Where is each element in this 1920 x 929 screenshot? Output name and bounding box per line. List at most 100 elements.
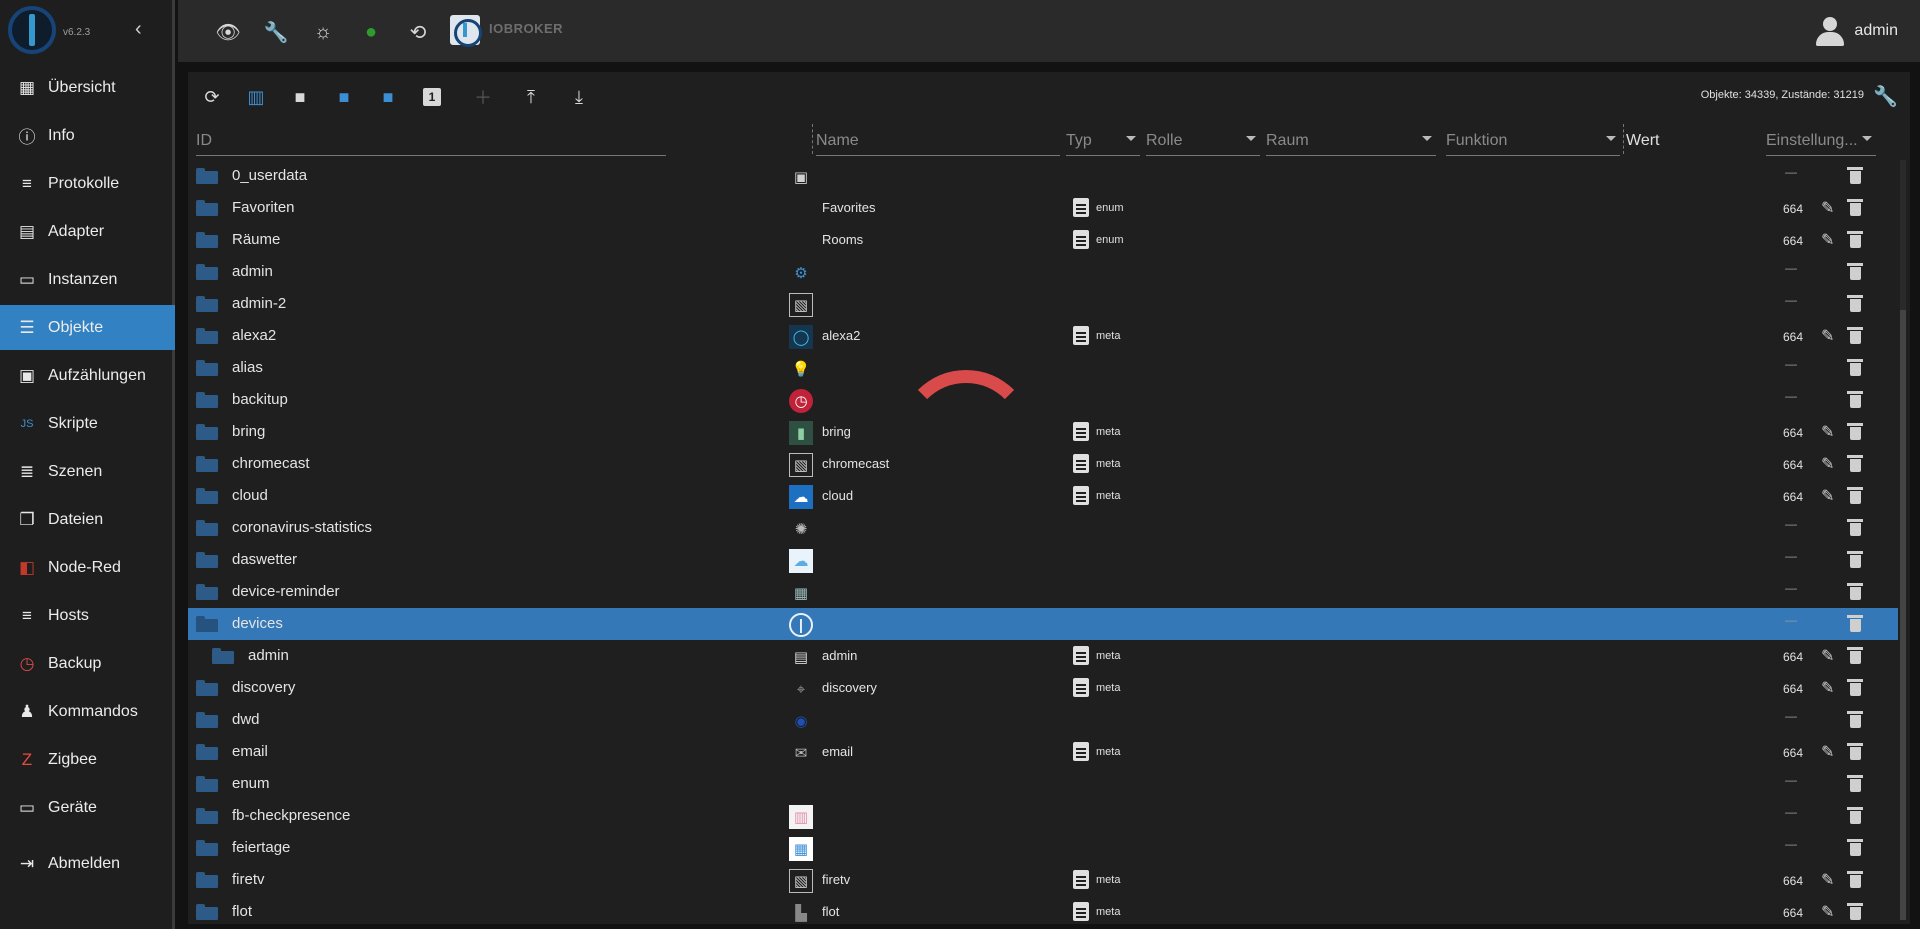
row-acl[interactable]: 664 <box>1783 682 1803 696</box>
delete-icon[interactable] <box>1847 615 1863 632</box>
column-raum[interactable]: Raum <box>1266 122 1436 156</box>
folder-icon[interactable] <box>196 840 218 856</box>
sidebar-item-scenes[interactable]: ≣ Szenen <box>0 449 175 494</box>
delete-icon[interactable] <box>1847 903 1863 920</box>
settings-wrench-icon[interactable]: 🔧 <box>1873 84 1898 109</box>
sidebar-item-backup[interactable]: ◷ Backup <box>0 641 175 686</box>
row-acl[interactable]: 664 <box>1783 746 1803 760</box>
sidebar-item-js[interactable]: JS Skripte <box>0 401 175 446</box>
table-row[interactable]: Favoriten Favorites enum 664 ✎ <box>188 192 1898 224</box>
edit-icon[interactable]: ✎ <box>1821 486 1834 506</box>
delete-icon[interactable] <box>1847 295 1863 312</box>
column-einstellung[interactable]: Einstellung... <box>1766 122 1876 156</box>
table-row[interactable]: alias 💡 — <box>188 352 1898 384</box>
row-acl[interactable]: 664 <box>1783 650 1803 664</box>
table-row[interactable]: feiertage ▦ — <box>188 832 1898 864</box>
delete-icon[interactable] <box>1847 711 1863 728</box>
delete-icon[interactable] <box>1847 679 1863 696</box>
column-name[interactable]: Name <box>816 122 1060 156</box>
sidebar-item-enums[interactable]: ▣ Aufzählungen <box>0 353 175 398</box>
vertical-scrollbar[interactable] <box>1900 160 1906 920</box>
delete-icon[interactable] <box>1847 743 1863 760</box>
folder-icon[interactable] <box>196 904 218 920</box>
add-icon[interactable]: ＋ <box>471 85 495 109</box>
folder-icon[interactable] <box>196 360 218 376</box>
delete-icon[interactable] <box>1847 327 1863 344</box>
table-row[interactable]: daswetter ☁ — <box>188 544 1898 576</box>
folder-icon[interactable] <box>196 200 218 216</box>
delete-icon[interactable] <box>1847 167 1863 184</box>
edit-icon[interactable]: ✎ <box>1821 742 1834 762</box>
folder-icon[interactable] <box>196 680 218 696</box>
column-resizer[interactable] <box>812 124 813 154</box>
row-acl[interactable]: 664 <box>1783 906 1803 920</box>
table-row[interactable]: admin-2 ▧ — <box>188 288 1898 320</box>
row-acl[interactable]: 664 <box>1783 458 1803 472</box>
table-row[interactable]: dwd ◉ — <box>188 704 1898 736</box>
sidebar-item-instances[interactable]: ▭ Instanzen <box>0 257 175 302</box>
delete-icon[interactable] <box>1847 391 1863 408</box>
delete-icon[interactable] <box>1847 807 1863 824</box>
column-resizer[interactable] <box>1623 124 1624 154</box>
folder-icon[interactable] <box>196 328 218 344</box>
scrollbar-thumb[interactable] <box>1900 310 1906 920</box>
row-acl[interactable]: 664 <box>1783 426 1803 440</box>
folder-icon[interactable] <box>196 168 218 184</box>
sidebar-item-commands[interactable]: ♟ Kommandos <box>0 689 175 734</box>
table-row[interactable]: discovery ⌖ discovery meta 664 ✎ <box>188 672 1898 704</box>
row-acl[interactable]: 664 <box>1783 874 1803 888</box>
edit-icon[interactable]: ✎ <box>1821 678 1834 698</box>
table-row[interactable]: fb-checkpresence ▥ — <box>188 800 1898 832</box>
folder-icon[interactable] <box>196 584 218 600</box>
table-row[interactable]: chromecast ▧ chromecast meta 664 ✎ <box>188 448 1898 480</box>
folder-icon[interactable] <box>196 424 218 440</box>
column-typ[interactable]: Typ <box>1066 122 1140 156</box>
folder-icon[interactable] <box>196 264 218 280</box>
folder-open-icon[interactable] <box>196 616 218 632</box>
row-acl[interactable]: 664 <box>1783 234 1803 248</box>
wrench-icon[interactable]: 🔧 <box>264 20 289 44</box>
table-row[interactable]: admin ▤ admin meta 664 ✎ <box>188 640 1898 672</box>
iobroker-logo[interactable] <box>8 6 56 54</box>
table-row[interactable]: 0_userdata ▣ — <box>188 160 1898 192</box>
folder-icon[interactable] <box>196 392 218 408</box>
sidebar-item-info[interactable]: ⓘ Info <box>0 113 175 158</box>
table-row[interactable]: devices | — <box>188 608 1898 640</box>
delete-icon[interactable] <box>1847 455 1863 472</box>
eye-icon[interactable]: 👁 <box>215 20 240 44</box>
sidebar-item-list[interactable]: ≡ Protokolle <box>0 161 175 206</box>
sidebar-item-zigbee[interactable]: Z Zigbee <box>0 737 175 782</box>
folder-icon[interactable] <box>196 776 218 792</box>
sidebar-item-objects[interactable]: ☰ Objekte <box>0 305 175 350</box>
table-row[interactable]: admin ⚙ — <box>188 256 1898 288</box>
delete-icon[interactable] <box>1847 359 1863 376</box>
refresh-icon[interactable]: ⟳ <box>200 85 224 109</box>
columns-icon[interactable]: ▥ <box>244 85 268 109</box>
upload-icon[interactable]: ⤒ <box>519 85 543 109</box>
table-row[interactable]: enum — <box>188 768 1898 800</box>
folder-closed-icon[interactable]: ■ <box>376 85 400 109</box>
delete-icon[interactable] <box>1847 775 1863 792</box>
folder-icon[interactable] <box>196 744 218 760</box>
table-row[interactable]: backitup ◷ — <box>188 384 1898 416</box>
edit-icon[interactable]: ✎ <box>1821 230 1834 250</box>
user-menu[interactable]: admin <box>1814 15 1898 47</box>
delete-icon[interactable] <box>1847 263 1863 280</box>
sidebar-item-hosts[interactable]: ≡ Hosts <box>0 593 175 638</box>
delete-icon[interactable] <box>1847 839 1863 856</box>
folder-icon[interactable] <box>196 296 218 312</box>
delete-icon[interactable] <box>1847 647 1863 664</box>
sync-icon[interactable]: ⟲ <box>406 20 430 44</box>
column-wert[interactable]: Wert <box>1626 122 1746 156</box>
delete-icon[interactable] <box>1847 231 1863 248</box>
sidebar-item-nodered[interactable]: ◧ Node-Red <box>0 545 175 590</box>
edit-icon[interactable]: ✎ <box>1821 870 1834 890</box>
sidebar-item-store[interactable]: ▤ Adapter <box>0 209 175 254</box>
delete-icon[interactable] <box>1847 519 1863 536</box>
sidebar-item-logout[interactable]: ⇥ Abmelden <box>0 841 175 886</box>
folder-icon[interactable] <box>196 712 218 728</box>
table-row[interactable]: Räume Rooms enum 664 ✎ <box>188 224 1898 256</box>
table-row[interactable]: device-reminder ▦ — <box>188 576 1898 608</box>
sidebar-item-devices[interactable]: ▭ Geräte <box>0 785 175 830</box>
edit-icon[interactable]: ✎ <box>1821 198 1834 218</box>
